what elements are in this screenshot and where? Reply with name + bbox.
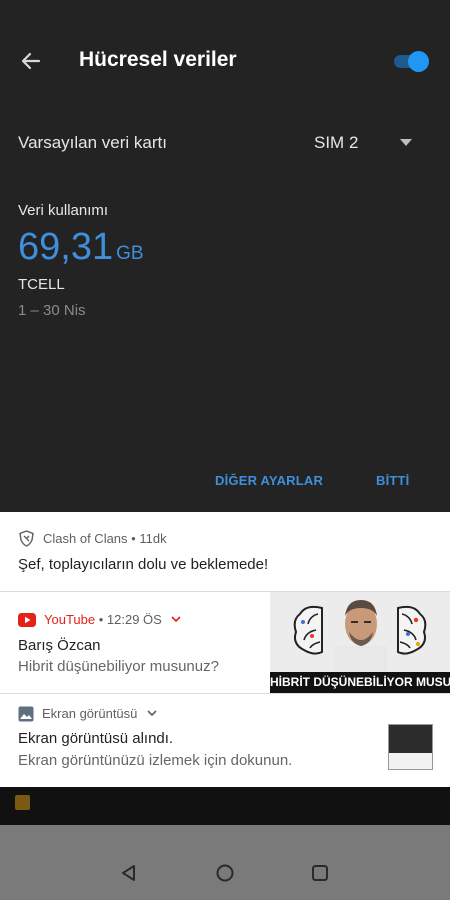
notification-text: Şef, toplayıcıların dolu ve beklemede! <box>18 556 269 573</box>
notification-clash-of-clans[interactable]: Clash of Clans • 11dk Şef, toplayıcıları… <box>0 512 450 592</box>
nav-recent-apps-icon[interactable] <box>309 862 331 884</box>
default-sim-label: Varsayılan veri kartı <box>18 133 167 152</box>
image-icon <box>18 706 34 722</box>
notification-title: Ekran görüntüsü alındı. <box>18 730 174 747</box>
nav-home-icon[interactable] <box>214 862 236 884</box>
notification-app-name: Clash of Clans <box>43 531 128 547</box>
thumbnail-caption: HİBRİT DÜŞÜNEBİLİYOR MUSUNUZ? <box>270 672 450 693</box>
header-separator: • <box>131 531 136 547</box>
data-usage-label: Veri kullanımı <box>18 202 109 219</box>
notification-header: YouTube • 12:29 ÖS <box>18 611 182 628</box>
screenshot-thumbnail-content <box>389 753 432 769</box>
operator-name: TCELL <box>18 276 65 293</box>
notification-app-name: YouTube <box>44 612 96 628</box>
cellular-data-toggle[interactable] <box>392 50 430 72</box>
default-sim-select[interactable]: SIM 2 <box>314 133 358 153</box>
back-arrow-icon[interactable] <box>18 48 44 74</box>
nav-back-icon[interactable] <box>118 862 140 884</box>
data-usage-unit: GB <box>116 243 144 264</box>
notification-header: Clash of Clans • 11dk <box>18 530 167 547</box>
notification-time: 12:29 ÖS <box>106 612 162 628</box>
expand-chevron-icon[interactable] <box>147 710 157 717</box>
more-settings-button[interactable]: DİĞER AYARLAR <box>215 473 323 488</box>
cellular-data-panel: Hücresel veriler Varsayılan veri kartı S… <box>0 0 450 512</box>
notification-header: Ekran görüntüsü <box>18 705 157 722</box>
background-app-strip <box>0 787 450 825</box>
done-button[interactable]: BİTTİ <box>376 473 410 488</box>
video-thumbnail[interactable]: HİBRİT DÜŞÜNEBİLİYOR MUSUNUZ? <box>270 592 450 693</box>
header-separator: • <box>98 612 104 628</box>
page-title: Hücresel veriler <box>79 48 237 71</box>
expand-chevron-icon[interactable] <box>171 616 182 623</box>
presenter-face-image <box>335 600 387 672</box>
notification-youtube[interactable]: YouTube • 12:29 ÖS Barış Özcan Hibrit dü… <box>0 592 450 694</box>
youtube-play-icon <box>18 612 36 627</box>
data-usage-number: 69,31 <box>18 226 114 268</box>
notification-title: Barış Özcan <box>18 637 101 654</box>
data-usage-amount: 69,31 GB <box>18 226 144 269</box>
clash-of-clans-shield-icon <box>19 530 34 547</box>
notification-text: Hibrit düşünebiliyor musunuz? <box>18 658 219 675</box>
brain-icon <box>397 605 427 655</box>
toggle-knob <box>408 51 429 72</box>
notification-screenshot[interactable]: Ekran görüntüsü Ekran görüntüsü alındı. … <box>0 694 450 787</box>
screenshot-thumbnail[interactable] <box>388 724 433 770</box>
rss-icon <box>15 795 30 810</box>
notification-text: Ekran görüntünüzü izlemek için dokunun. <box>18 752 293 769</box>
brain-icon <box>293 605 323 655</box>
dropdown-arrow-icon[interactable] <box>400 139 412 147</box>
usage-period: 1 – 30 Nis <box>18 302 86 319</box>
notification-app-name: Ekran görüntüsü <box>42 706 138 722</box>
navigation-bar <box>0 825 450 900</box>
notification-time: 11dk <box>139 531 167 547</box>
